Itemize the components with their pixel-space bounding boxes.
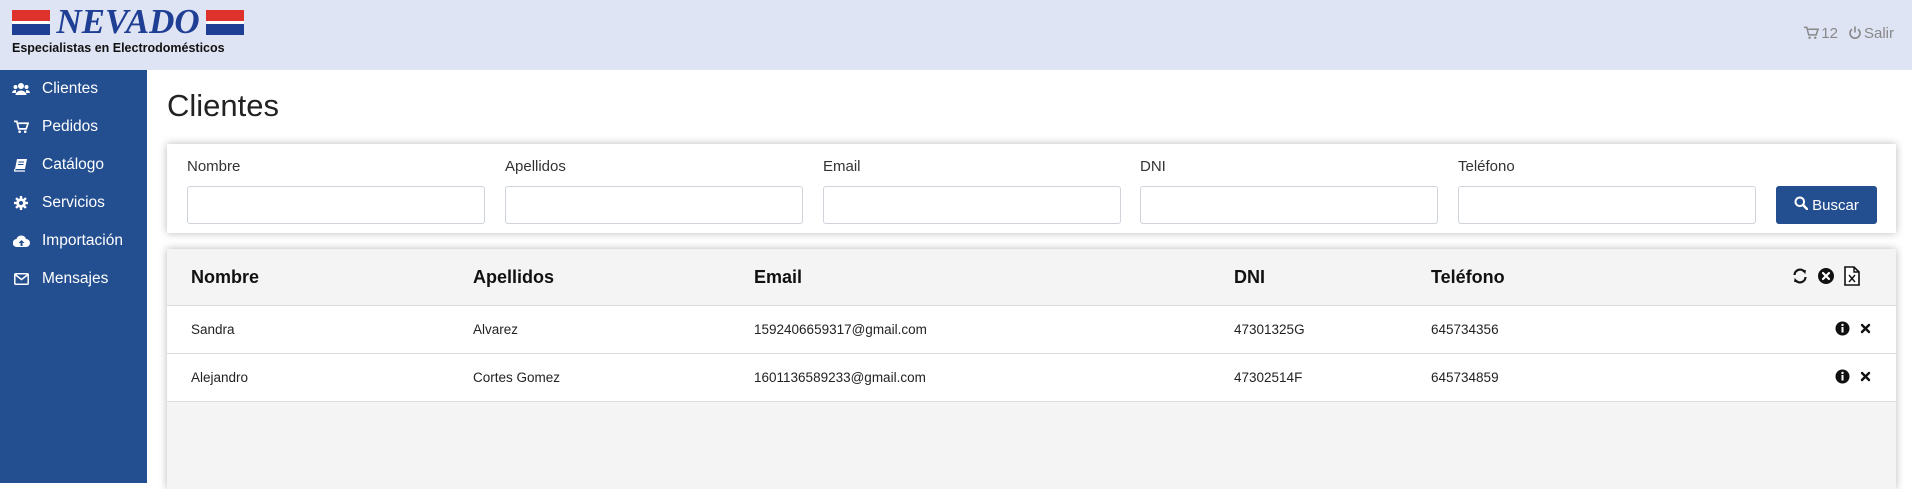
search-button-label: Buscar bbox=[1812, 196, 1859, 214]
email-input[interactable] bbox=[823, 186, 1121, 224]
table-toolbar bbox=[1791, 266, 1861, 286]
sidebar-item-clientes[interactable]: Clientes bbox=[0, 70, 147, 108]
delete-icon[interactable] bbox=[1860, 323, 1871, 334]
clear-filter-icon[interactable] bbox=[1817, 267, 1835, 285]
delete-icon[interactable] bbox=[1860, 371, 1871, 382]
row-actions bbox=[1835, 369, 1871, 384]
logo-brand: NEVADO bbox=[12, 2, 244, 41]
filter-apellidos: Apellidos bbox=[505, 156, 803, 224]
header-actions: 12 Salir bbox=[1804, 22, 1894, 44]
info-icon[interactable] bbox=[1835, 321, 1850, 336]
sidebar-item-servicios[interactable]: Servicios bbox=[0, 184, 147, 222]
refresh-icon[interactable] bbox=[1791, 267, 1809, 285]
nevado-logo[interactable]: NEVADO Especialistas en Electrodoméstico… bbox=[12, 2, 244, 58]
logo-name: NEVADO bbox=[56, 2, 200, 41]
apellidos-input[interactable] bbox=[505, 186, 803, 224]
sidebar-item-label: Servicios bbox=[42, 194, 105, 211]
logo-flag-left bbox=[12, 10, 50, 36]
cell-email: 1601136589233@gmail.com bbox=[754, 370, 926, 385]
filter-label: DNI bbox=[1140, 158, 1166, 175]
clients-table: Nombre Apellidos Email DNI Teléfono Sand… bbox=[167, 249, 1896, 489]
cart-count: 12 bbox=[1821, 24, 1838, 42]
logout-link[interactable]: Salir bbox=[1848, 25, 1894, 42]
cell-email: 1592406659317@gmail.com bbox=[754, 322, 927, 337]
telefono-input[interactable] bbox=[1458, 186, 1756, 224]
power-icon bbox=[1848, 26, 1862, 40]
cart-icon bbox=[1804, 26, 1820, 40]
dni-input[interactable] bbox=[1140, 186, 1438, 224]
info-icon[interactable] bbox=[1835, 369, 1850, 384]
cell-nombre: Sandra bbox=[191, 322, 235, 337]
filter-email: Email bbox=[823, 156, 1121, 224]
sidebar-item-label: Mensajes bbox=[42, 270, 109, 287]
cell-nombre: Alejandro bbox=[191, 370, 249, 385]
filter-label: Nombre bbox=[187, 158, 241, 175]
sidebar-item-label: Catálogo bbox=[42, 156, 105, 173]
cart-link[interactable]: 12 bbox=[1804, 25, 1838, 42]
cell-apellidos: Cortes Gomez bbox=[473, 370, 561, 385]
column-header-dni[interactable]: DNI bbox=[1234, 266, 1265, 288]
users-icon bbox=[10, 82, 32, 96]
cart-icon bbox=[10, 120, 32, 134]
book-icon bbox=[10, 158, 32, 172]
search-icon bbox=[1794, 196, 1809, 214]
sidebar: Clientes Pedidos Catálogo Servicios Impo… bbox=[0, 70, 147, 483]
export-excel-icon[interactable] bbox=[1843, 266, 1861, 286]
filter-telefono: Teléfono bbox=[1458, 156, 1756, 224]
envelope-icon bbox=[10, 273, 32, 285]
filter-dni: DNI bbox=[1140, 156, 1438, 224]
logo-tagline: Especialistas en Electrodomésticos bbox=[12, 41, 225, 55]
logout-label: Salir bbox=[1863, 24, 1894, 42]
table-row[interactable]: Alejandro Cortes Gomez 1601136589233@gma… bbox=[167, 354, 1896, 402]
cell-telefono: 645734356 bbox=[1431, 322, 1499, 337]
sidebar-item-label: Clientes bbox=[42, 80, 98, 97]
row-actions bbox=[1835, 321, 1871, 336]
table-header: Nombre Apellidos Email DNI Teléfono bbox=[167, 249, 1896, 306]
filter-nombre: Nombre bbox=[187, 156, 485, 224]
column-header-telefono[interactable]: Teléfono bbox=[1431, 266, 1505, 288]
top-header: NEVADO Especialistas en Electrodoméstico… bbox=[0, 0, 1912, 70]
nombre-input[interactable] bbox=[187, 186, 485, 224]
filter-label: Apellidos bbox=[505, 158, 566, 175]
cell-dni: 47301325G bbox=[1234, 322, 1305, 337]
logo-flag-right bbox=[206, 10, 244, 36]
gear-icon bbox=[10, 196, 32, 210]
sidebar-item-label: Pedidos bbox=[42, 118, 99, 135]
column-header-apellidos[interactable]: Apellidos bbox=[473, 266, 554, 288]
column-header-nombre[interactable]: Nombre bbox=[191, 266, 259, 288]
table-row[interactable]: Sandra Alvarez 1592406659317@gmail.com 4… bbox=[167, 306, 1896, 354]
cell-apellidos: Alvarez bbox=[473, 322, 519, 337]
filter-label: Teléfono bbox=[1458, 158, 1515, 175]
cell-dni: 47302514F bbox=[1234, 370, 1303, 385]
cloud-upload-icon bbox=[10, 235, 32, 248]
sidebar-item-importacion[interactable]: Importación bbox=[0, 222, 147, 260]
sidebar-item-catalogo[interactable]: Catálogo bbox=[0, 146, 147, 184]
sidebar-item-mensajes[interactable]: Mensajes bbox=[0, 260, 147, 298]
sidebar-item-label: Importación bbox=[42, 232, 123, 249]
cell-telefono: 645734859 bbox=[1431, 370, 1499, 385]
filter-label: Email bbox=[823, 158, 861, 175]
column-header-email[interactable]: Email bbox=[754, 266, 802, 288]
sidebar-item-pedidos[interactable]: Pedidos bbox=[0, 108, 147, 146]
page-title: Clientes bbox=[167, 88, 279, 123]
search-filters-panel: Nombre Apellidos Email DNI Teléfono Busc… bbox=[167, 144, 1896, 233]
search-button[interactable]: Buscar bbox=[1776, 186, 1877, 224]
